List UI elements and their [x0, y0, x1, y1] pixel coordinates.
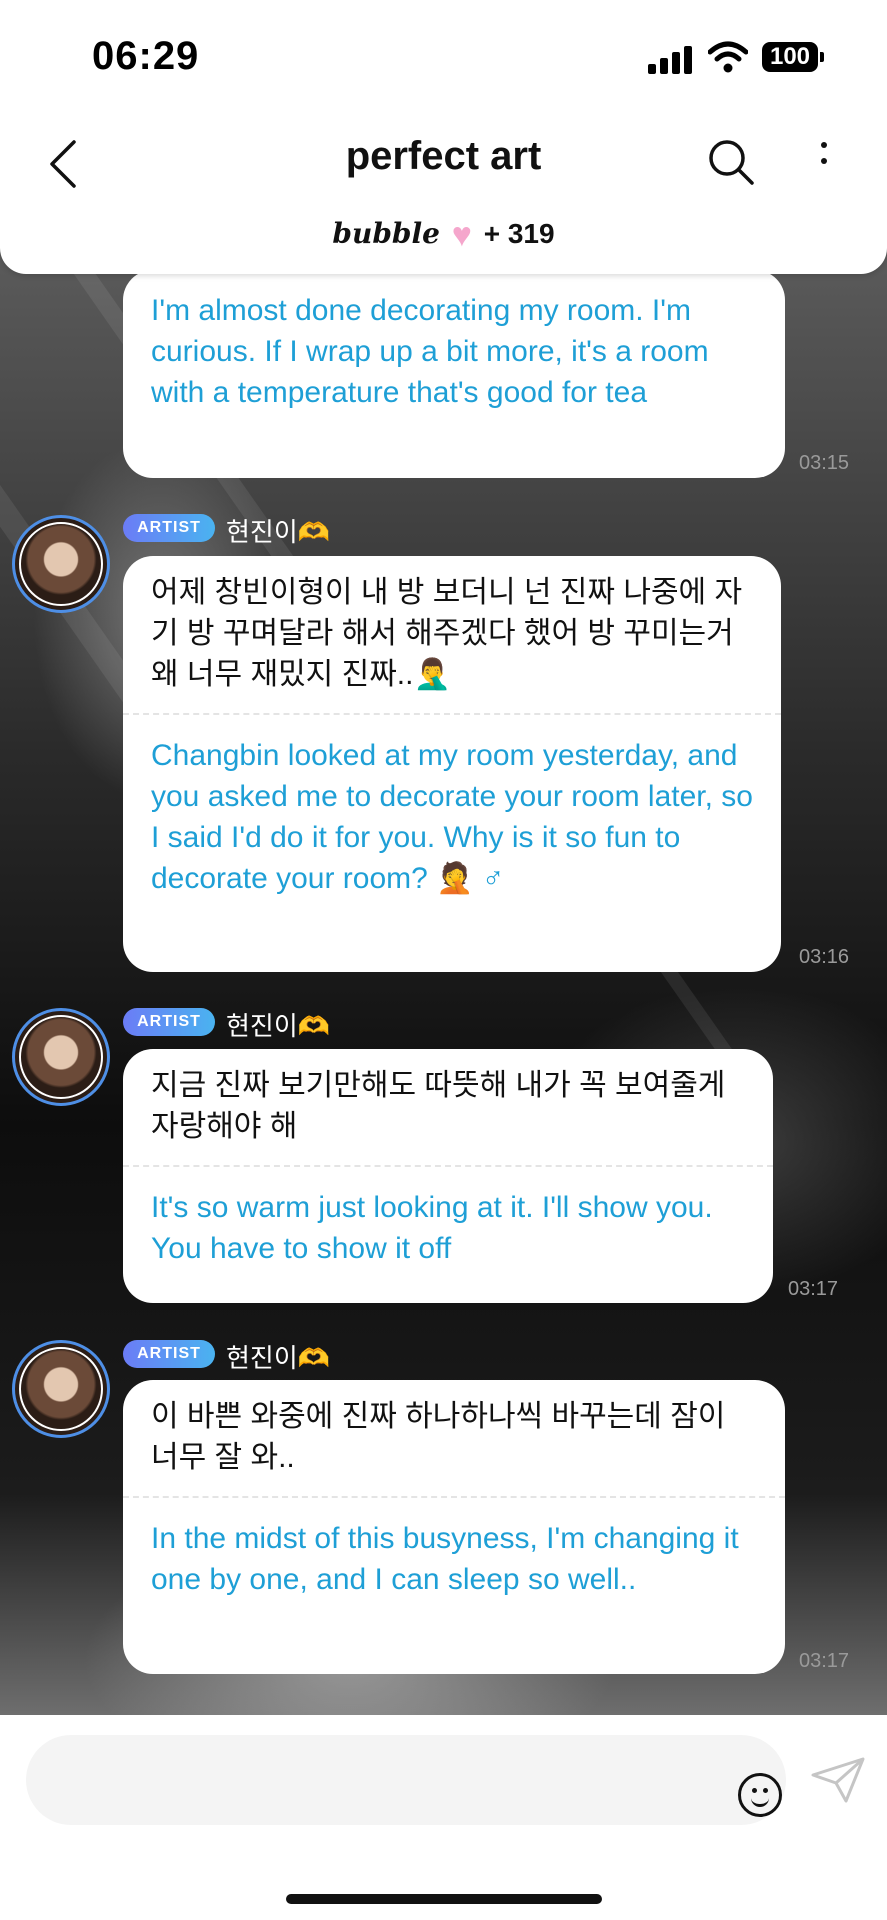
artist-tag: ARTIST	[123, 514, 215, 542]
message-timestamp: 03:17	[799, 1650, 850, 1672]
search-icon[interactable]	[706, 134, 756, 190]
message-original: 지금 진짜 보기만해도 따뜻해 내가 꼭 보여줄게 자랑해야 해	[151, 1069, 726, 1143]
message-original: 어제 창빈이형이 내 방 보더니 넌 진짜 나중에 자기 방 꾸며달라 해서 해…	[151, 576, 743, 691]
more-vertical-icon[interactable]	[812, 136, 836, 192]
message-bubble: 지금 진짜 보기만해도 따뜻해 내가 꼭 보여줄게 자랑해야 해 It's so…	[123, 1049, 773, 1303]
artist-avatar[interactable]	[12, 515, 110, 613]
message-translation: It's so warm just looking at it. I'll sh…	[151, 1191, 713, 1265]
message-bubble: 이 바쁜 와중에 진짜 하나하나씩 바꾸는데 잠이 너무 잘 와.. In th…	[123, 1380, 785, 1674]
message-timestamp: 03:16	[799, 946, 850, 968]
message-original: 이 바쁜 와중에 진짜 하나하나씩 바꾸는데 잠이 너무 잘 와..	[151, 1400, 726, 1474]
battery-indicator: 100	[762, 42, 824, 72]
message-input[interactable]	[26, 1735, 786, 1825]
artist-avatar[interactable]	[12, 1008, 110, 1106]
status-bar: 06:29 100	[0, 0, 887, 110]
artist-tag: ARTIST	[123, 1340, 215, 1368]
message-timestamp: 03:17	[788, 1278, 839, 1300]
subscriber-line: bubble ♥ + 319	[0, 216, 887, 255]
home-indicator	[286, 1894, 602, 1904]
cellular-signal-icon	[648, 44, 694, 74]
message-bubble: I'm almost done decorating my room. I'm …	[123, 270, 785, 478]
member-count: + 319	[483, 218, 555, 249]
send-icon[interactable]	[810, 1755, 866, 1805]
message-translation: In the midst of this busyness, I'm chang…	[151, 1522, 739, 1596]
artist-tag: ARTIST	[123, 1008, 215, 1036]
sender-name: 현진이🫶	[226, 1011, 331, 1041]
chat-header: perfect art bubble ♥ + 319	[0, 110, 887, 274]
sender-name: 현진이🫶	[226, 517, 331, 547]
message-bubble: 어제 창빈이형이 내 방 보더니 넌 진짜 나중에 자기 방 꾸며달라 해서 해…	[123, 556, 781, 972]
message-timestamp: 03:15	[799, 452, 850, 474]
brand-label: bubble	[332, 217, 440, 250]
message-translation: I'm almost done decorating my room. I'm …	[151, 294, 709, 409]
status-time: 06:29	[92, 34, 200, 78]
smile-icon[interactable]	[738, 1773, 782, 1817]
wifi-icon	[708, 41, 748, 73]
message-translation: Changbin looked at my room yesterday, an…	[151, 739, 753, 895]
sender-name: 현진이🫶	[226, 1343, 331, 1373]
artist-avatar[interactable]	[12, 1340, 110, 1438]
heart-icon: ♥	[451, 216, 472, 254]
message-composer	[0, 1715, 887, 1920]
